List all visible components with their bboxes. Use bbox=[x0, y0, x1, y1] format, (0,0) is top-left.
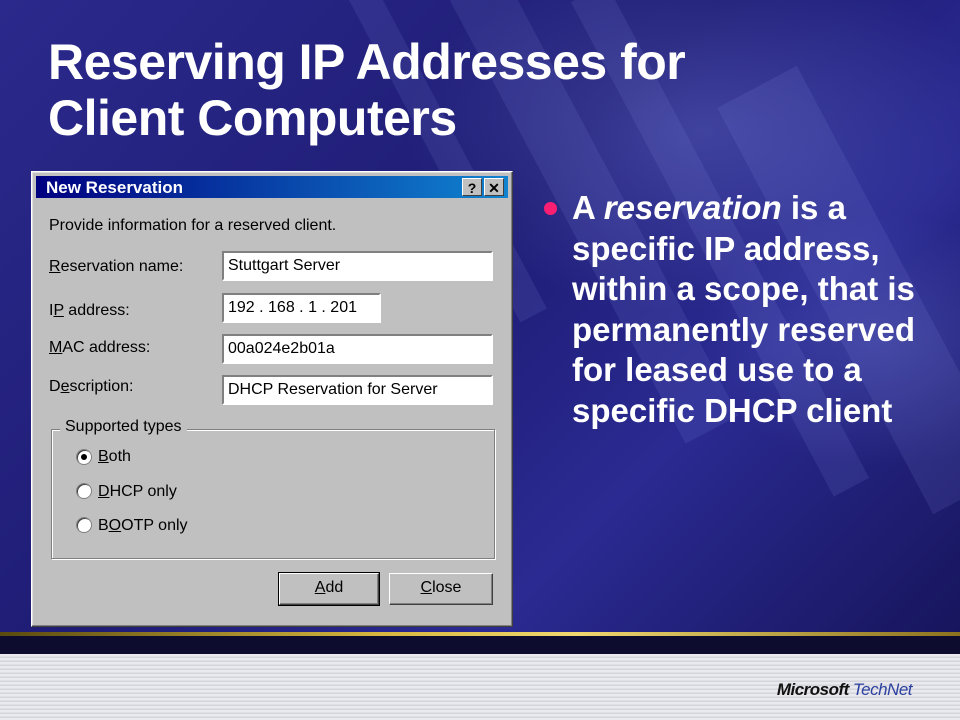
description-input[interactable]: DHCP Reservation for Server bbox=[222, 375, 493, 405]
radio-bootp-only-label[interactable]: BOOTP only bbox=[98, 517, 188, 535]
radio-both[interactable] bbox=[76, 449, 92, 465]
new-reservation-dialog: New Reservation ? ✕ Provide information … bbox=[31, 171, 513, 627]
title-line-1: Reserving IP Addresses for bbox=[48, 34, 686, 90]
radio-bootp-only[interactable] bbox=[76, 517, 92, 533]
radio-both-label[interactable]: Both bbox=[98, 448, 131, 466]
logo-word-2: TechNet bbox=[852, 680, 913, 699]
radio-dhcp-only-label[interactable]: DHCP only bbox=[98, 483, 177, 501]
radio-selected-dot bbox=[81, 454, 87, 460]
ip-address-label: IP address: bbox=[49, 302, 130, 319]
help-button[interactable]: ? bbox=[462, 178, 482, 196]
bullet-text: A reservation is a specific IP address, … bbox=[572, 188, 942, 431]
dialog-title: New Reservation bbox=[46, 178, 183, 197]
bullet-dot-icon bbox=[544, 202, 557, 215]
bullet-prefix: A bbox=[572, 189, 604, 226]
reservation-name-label: Reservation name: bbox=[49, 258, 184, 275]
dialog-intro-text: Provide information for a reserved clien… bbox=[49, 217, 337, 234]
logo-word-1: Microsoft bbox=[776, 680, 850, 699]
close-window-button[interactable]: ✕ bbox=[484, 178, 504, 196]
ip-address-input[interactable]: 192 . 168 . 1 . 201 bbox=[222, 293, 381, 323]
mac-address-input[interactable]: 00a024e2b01a bbox=[222, 334, 493, 364]
supported-types-legend: Supported types bbox=[60, 418, 187, 436]
microsoft-technet-logo: Microsoft TechNet bbox=[776, 680, 913, 700]
add-button[interactable]: Add bbox=[278, 572, 380, 606]
dialog-titlebar[interactable]: New Reservation ? ✕ bbox=[36, 176, 508, 198]
radio-dhcp-only[interactable] bbox=[76, 483, 92, 499]
description-label: Description: bbox=[49, 378, 134, 395]
bullet-emphasis: reservation bbox=[603, 189, 782, 226]
slide-title: Reserving IP Addresses for Client Comput… bbox=[48, 34, 908, 146]
mac-address-label: MAC address: bbox=[49, 339, 151, 356]
title-line-2: Client Computers bbox=[48, 90, 457, 146]
close-button[interactable]: Close bbox=[389, 573, 493, 605]
reservation-name-input[interactable]: Stuttgart Server bbox=[222, 251, 493, 281]
footer-dark-strip bbox=[0, 636, 960, 654]
